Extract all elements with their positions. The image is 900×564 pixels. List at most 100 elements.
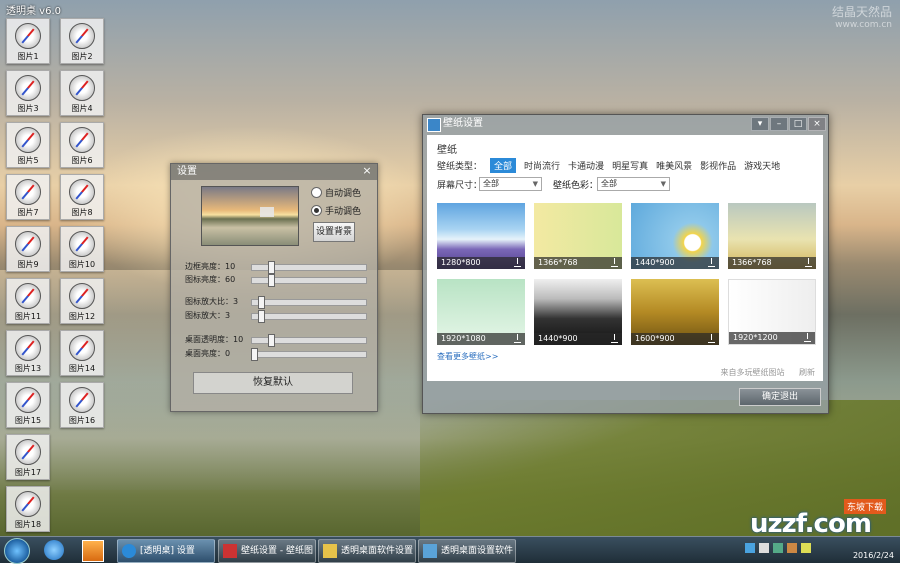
desktop-icon[interactable]: 图片5 <box>6 122 50 168</box>
wallpaper-thumbnail[interactable]: 1920*1200 <box>728 279 816 345</box>
wallpaper-thumbnail[interactable]: 1440*900 <box>631 203 719 269</box>
category-label: 壁纸类型： <box>437 162 483 172</box>
category-tab[interactable]: 游戏天地 <box>744 159 780 172</box>
compass-disc-icon <box>15 75 41 101</box>
desktop-icon[interactable]: 图片9 <box>6 226 50 272</box>
wallpaper-thumbnail[interactable]: 1366*768 <box>728 203 816 269</box>
slider-row: 图标亮度：60 <box>185 274 367 287</box>
browser-icon[interactable] <box>44 540 64 560</box>
category-tab[interactable]: 影视作品 <box>700 159 736 172</box>
wallpaper-thumbnail[interactable]: 1920*1080 <box>437 279 525 345</box>
category-tab[interactable]: 明星写真 <box>612 159 648 172</box>
category-tab[interactable]: 卡通动漫 <box>568 159 604 172</box>
minimize-icon[interactable]: – <box>770 117 788 131</box>
confirm-exit-button[interactable]: 确定退出 <box>739 388 821 406</box>
category-tab[interactable]: 全部 <box>490 158 517 173</box>
radio-dot-icon <box>311 205 322 216</box>
slider-track[interactable] <box>251 261 367 274</box>
desktop-icon[interactable]: 图片18 <box>6 486 50 532</box>
refresh-link[interactable]: 刷新 <box>799 368 815 377</box>
set-background-button[interactable]: 设置背景 <box>313 222 355 242</box>
slider-label: 图标放大：3 <box>185 311 231 320</box>
maximize-icon[interactable]: □ <box>789 117 807 131</box>
start-button[interactable] <box>4 538 30 564</box>
settings-icon[interactable]: ▾ <box>751 117 769 131</box>
slider-thumb[interactable] <box>258 296 266 309</box>
slider-thumb[interactable] <box>258 310 266 323</box>
tray-app-icon[interactable] <box>773 543 783 553</box>
download-icon[interactable] <box>514 334 521 343</box>
download-icon[interactable] <box>804 333 811 342</box>
tray-app-icon[interactable] <box>801 543 811 553</box>
desktop-icon-label: 图片1 <box>17 52 39 61</box>
desktop-icon[interactable]: 图片2 <box>60 18 104 64</box>
slider-thumb[interactable] <box>268 274 276 287</box>
download-icon[interactable] <box>611 334 618 343</box>
network-icon[interactable] <box>745 543 755 553</box>
desktop-icon[interactable]: 图片17 <box>6 434 50 480</box>
desktop-icon[interactable]: 图片12 <box>60 278 104 324</box>
wallpaper-preview <box>201 186 299 246</box>
desktop-icon[interactable]: 图片4 <box>60 70 104 116</box>
desktop-icon-label: 图片18 <box>14 520 42 529</box>
slider-thumb[interactable] <box>268 334 276 347</box>
close-icon[interactable]: × <box>361 164 373 180</box>
desktop-icon[interactable]: 图片14 <box>60 330 104 376</box>
slider-row: 图标放大：3 <box>185 310 367 323</box>
download-icon[interactable] <box>708 258 715 267</box>
desktop-icon[interactable]: 图片11 <box>6 278 50 324</box>
clock: 2016/2/24 <box>852 551 894 560</box>
thumbnail-resolution: 1920*1080 <box>437 333 525 345</box>
slider-track[interactable] <box>251 334 367 347</box>
desktop-icon[interactable]: 图片1 <box>6 18 50 64</box>
slider-track[interactable] <box>251 274 367 287</box>
size-dropdown[interactable]: 全部 ▼ <box>479 177 542 191</box>
tray-app-icon[interactable] <box>787 543 797 553</box>
wallpaper-thumbnail[interactable]: 1366*768 <box>534 203 622 269</box>
category-tab[interactable]: 时尚流行 <box>524 159 560 172</box>
category-tab[interactable]: 唯美风景 <box>656 159 692 172</box>
compass-disc-icon <box>15 127 41 153</box>
slider-thumb[interactable] <box>268 261 276 274</box>
slider-label: 图标放大比：3 <box>185 297 239 306</box>
settings-panel: 设置 × 自动调色 手动调色 设置背景 边框亮度：10 图标亮度：60 图标放大… <box>170 163 378 412</box>
color-dropdown[interactable]: 全部 ▼ <box>597 177 670 191</box>
download-icon[interactable] <box>805 258 812 267</box>
desktop-icon[interactable]: 图片7 <box>6 174 50 220</box>
desktop-icon[interactable]: 图片6 <box>60 122 104 168</box>
wallpaper-thumbnail[interactable]: 1280*800 <box>437 203 525 269</box>
taskbar-button[interactable]: 透明桌面设置软件 <box>418 539 516 563</box>
desktop-icon[interactable]: 图片8 <box>60 174 104 220</box>
taskbar-button[interactable]: [透明桌] 设置 <box>117 539 215 563</box>
desktop-icon[interactable]: 图片10 <box>60 226 104 272</box>
compass-disc-icon <box>15 231 41 257</box>
desktop-icon[interactable]: 图片15 <box>6 382 50 428</box>
download-icon[interactable] <box>708 334 715 343</box>
slider-track[interactable] <box>251 348 367 361</box>
wallpaper-thumbnail[interactable]: 1600*900 <box>631 279 719 345</box>
compass-disc-icon <box>69 231 95 257</box>
slider-track[interactable] <box>251 310 367 323</box>
manual-color-radio[interactable]: 手动调色 <box>311 204 361 217</box>
wallpaper-heading: 壁纸 <box>437 145 457 156</box>
desktop-icon[interactable]: 图片13 <box>6 330 50 376</box>
speaker-icon[interactable] <box>759 543 769 553</box>
slider-track[interactable] <box>251 296 367 309</box>
taskbar-button[interactable]: 壁纸设置 - 壁纸图 <box>218 539 316 563</box>
compass-disc-icon <box>69 75 95 101</box>
window-controls: ▾ – □ × <box>751 117 826 131</box>
slider-thumb[interactable] <box>251 348 259 361</box>
taskbar-button[interactable]: 透明桌面软件设置 <box>318 539 416 563</box>
desktop-icon[interactable]: 图片16 <box>60 382 104 428</box>
media-player-icon[interactable] <box>82 540 104 562</box>
wallpaper-thumbnail[interactable]: 1440*900 <box>534 279 622 345</box>
desktop-icon-label: 图片10 <box>68 260 96 269</box>
desktop-icon[interactable]: 图片3 <box>6 70 50 116</box>
close-icon[interactable]: × <box>808 117 826 131</box>
auto-color-radio[interactable]: 自动调色 <box>311 186 361 199</box>
more-wallpapers-link[interactable]: 查看更多壁纸>> <box>437 351 498 362</box>
restore-defaults-button[interactable]: 恢复默认 <box>193 372 353 394</box>
source-link[interactable]: 来自多玩壁纸图站 <box>720 368 784 377</box>
download-icon[interactable] <box>514 258 521 267</box>
download-icon[interactable] <box>611 258 618 267</box>
